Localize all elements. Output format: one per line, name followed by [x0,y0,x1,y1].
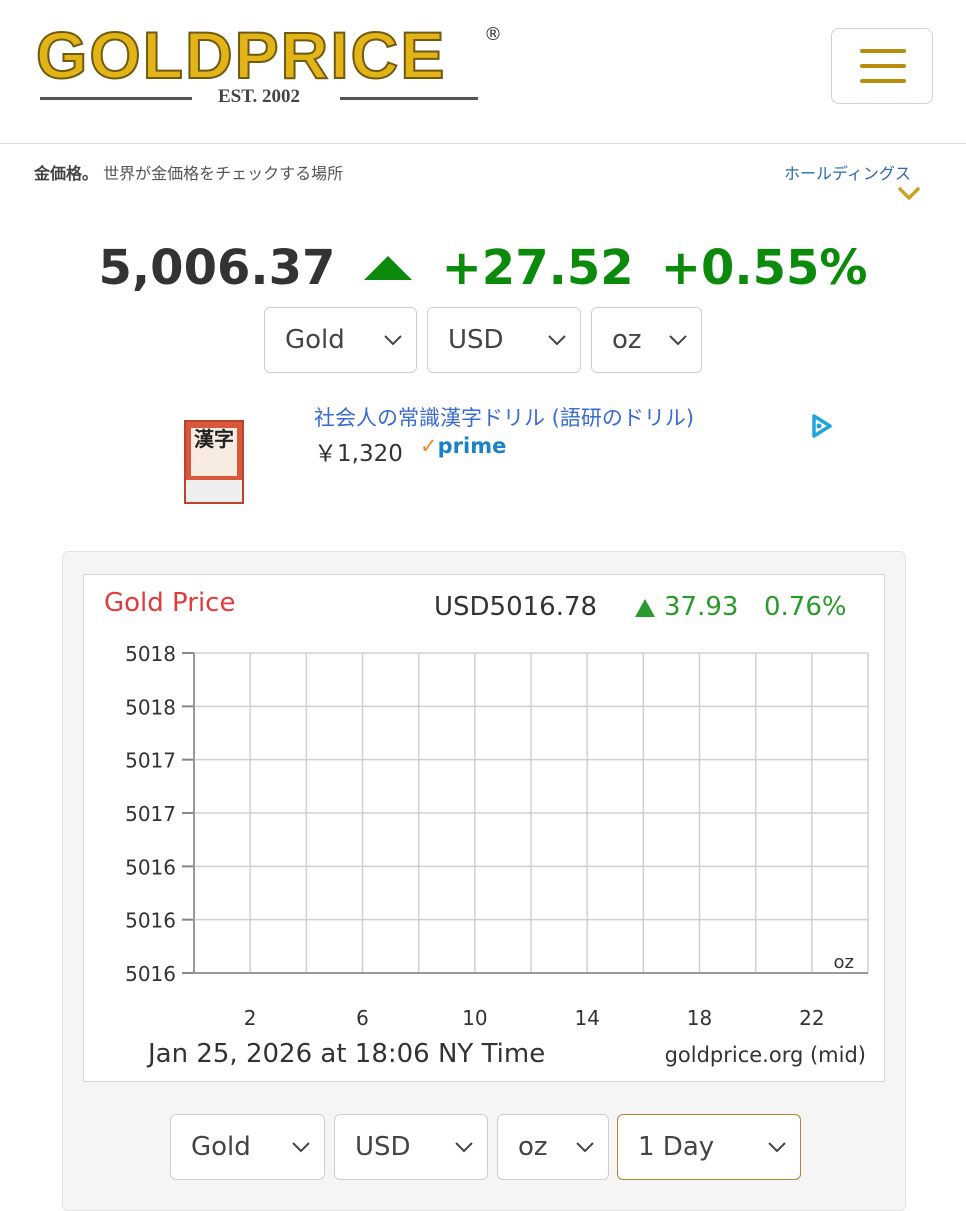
site-header: GOLDPRICE ® EST. 2002 [0,0,966,144]
x-tick-label: 22 [799,1006,824,1030]
registered-mark: ® [484,24,502,45]
ad-book-cover[interactable]: 漢字 [184,420,244,504]
price-summary: 5,006.37 +27.52 +0.55% [0,240,966,304]
y-tick-label: 5018 [125,642,176,666]
chart-unit-select[interactable]: oz [497,1114,609,1180]
y-tick-label: 5017 [125,749,176,773]
logo-rule-left [40,97,192,100]
triangle-up-icon [364,256,413,280]
tagline-text: 世界が金価格をチェックする場所 [103,164,344,183]
price-change-percent: +0.55% [660,240,868,296]
chart-range-select-value: 1 Day [638,1132,715,1162]
metal-select[interactable]: Gold [264,307,417,373]
tagline-bold: 金価格。 [34,164,99,183]
prime-check-icon: ✓ [420,434,438,458]
triangle-up-icon [635,599,655,617]
chart-timestamp: Jan 25, 2026 at 18:06 NY Time [146,1039,545,1069]
site-logo[interactable]: GOLDPRICE ® EST. 2002 [35,18,506,112]
chevron-down-icon [669,335,687,346]
book-cover-title: 漢字 [191,428,237,476]
chart-currency-select[interactable]: USD [334,1114,488,1180]
logo-est: EST. 2002 [36,86,482,110]
ad-choices-icon[interactable] [808,412,836,440]
chart-metal-select[interactable]: Gold [170,1114,325,1180]
unit-select-value: oz [612,325,642,355]
logo-wordmark: GOLDPRICE [35,18,447,92]
chart-summary-change: 37.93 [664,592,738,622]
y-tick-label: 5016 [125,855,176,879]
chart-title: Gold Price [104,588,235,618]
chevron-down-icon [384,335,402,346]
logo-rule-right [340,97,478,100]
chart-summary-price: USD5016.78 [434,592,597,622]
chart-card: Gold Price USD5016.78 37.93 0.76% 5018 50… [62,551,906,1211]
chart-summary-percent: 0.76% [764,592,847,622]
currency-select-value: USD [448,325,504,355]
ad-price: ￥1,320 [314,441,403,467]
logo-est-text: EST. 2002 [218,86,301,107]
price-change: +27.52 [441,240,634,296]
chevron-down-icon [292,1142,310,1153]
chart-source: goldprice.org (mid) [665,1043,866,1067]
book-cover-strip [186,480,242,502]
prime-badge: ✓prime [420,434,506,458]
chart-currency-select-value: USD [355,1132,411,1162]
gold-price-value: 5,006.37 [98,240,336,296]
chart-svg: Gold Price USD5016.78 37.93 0.76% 501850… [104,588,869,1069]
chevron-down-icon [548,335,566,346]
x-tick-label: 2 [244,1006,257,1030]
chevron-down-icon [455,1142,473,1153]
ad-title-link[interactable]: 社会人の常識漢字ドリル (語研のドリル) [314,402,694,432]
chevron-down-icon[interactable] [898,186,920,202]
y-tick-label: 5016 [125,909,176,933]
prime-label: prime [437,434,507,458]
gold-price-chart: Gold Price USD5016.78 37.93 0.76% 5018 50… [83,574,885,1082]
chevron-down-icon [768,1142,786,1153]
chart-range-select[interactable]: 1 Day [617,1114,801,1180]
ad-banner[interactable]: 漢字 社会人の常識漢字ドリル (語研のドリル) ￥1,320 ✓prime [184,400,844,510]
tagline: 金価格。 世界が金価格をチェックする場所 [34,160,343,184]
currency-select[interactable]: USD [427,307,581,373]
chart-grid [182,652,869,974]
x-tick-label: 18 [687,1006,712,1030]
chart-y-axis: 5018 5018 5017 5017 5016 5016 5016 [125,642,195,986]
unit-select[interactable]: oz [591,307,702,373]
chart-x-axis: 2 6 10 14 18 22 [194,972,868,1030]
x-tick-label: 6 [356,1006,369,1030]
chart-metal-select-value: Gold [191,1132,251,1162]
chevron-down-icon [576,1142,594,1153]
chart-unit-select-value: oz [518,1132,548,1162]
holdings-link[interactable]: ホールディングス [784,160,911,184]
y-tick-label: 5018 [125,695,176,719]
x-tick-label: 10 [462,1006,487,1030]
x-tick-label: 14 [574,1006,599,1030]
metal-select-value: Gold [285,325,345,355]
chart-unit-label: oz [834,952,854,973]
hamburger-menu-button[interactable] [831,28,933,104]
y-tick-label: 5016 [125,962,176,986]
y-tick-label: 5017 [125,802,176,826]
